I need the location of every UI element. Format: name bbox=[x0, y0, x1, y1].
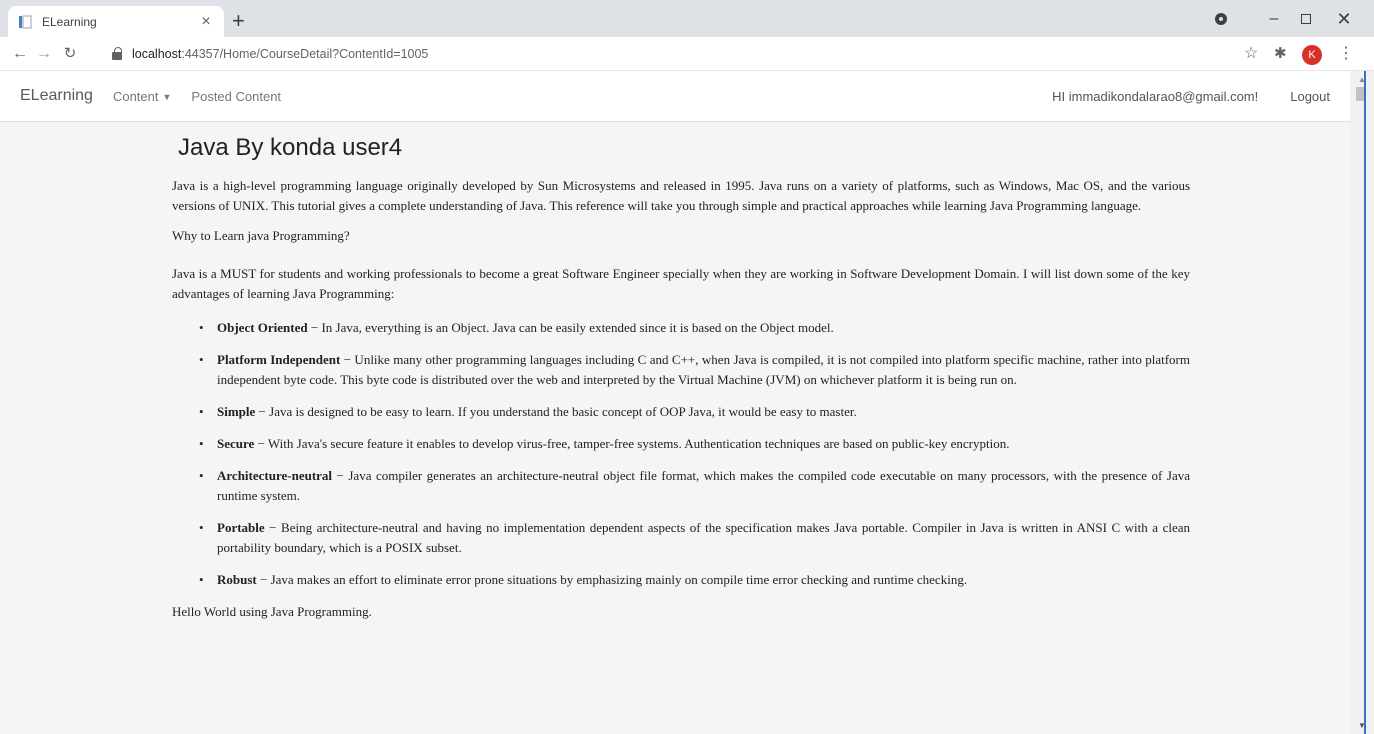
page-icon bbox=[18, 15, 32, 29]
feature-text: − Unlike many other programming language… bbox=[217, 352, 1190, 387]
star-icon[interactable]: ☆ bbox=[1244, 44, 1258, 64]
list-item: • Architecture-neutral − Java compiler ge… bbox=[172, 466, 1190, 506]
list-item: • Object Oriented − In Java, everything i… bbox=[172, 318, 1190, 338]
caret-down-icon: ▼ bbox=[162, 91, 172, 102]
arrow-left-icon[interactable]: ← bbox=[10, 44, 30, 64]
new-tab-icon[interactable]: + bbox=[232, 10, 245, 32]
puzzle-icon[interactable]: ✱ bbox=[1274, 44, 1287, 64]
why-heading: Why to Learn java Programming? bbox=[172, 228, 350, 243]
list-item: • Simple − Java is designed to be easy to… bbox=[172, 402, 1190, 422]
feature-name: Robust bbox=[217, 572, 257, 587]
feature-text: − In Java, everything is an Object. Java… bbox=[307, 320, 834, 335]
profile-avatar[interactable]: K bbox=[1302, 45, 1322, 65]
closing-text: Hello World using Java Programming. bbox=[172, 604, 372, 619]
feature-name: Simple bbox=[217, 404, 256, 419]
nav-content-label: Content bbox=[112, 88, 159, 104]
url-host: localhost bbox=[132, 47, 182, 61]
close-window-icon[interactable]: ✕ bbox=[1336, 8, 1352, 30]
lock-icon bbox=[112, 47, 124, 61]
content-area: Java By konda user4 Java is a high-level… bbox=[0, 122, 1350, 734]
feature-text: − Being architecture-neutral and having … bbox=[217, 520, 1190, 555]
feature-list: • Object Oriented − In Java, everything i… bbox=[172, 318, 1190, 590]
list-item: • Secure − With Java's secure feature it … bbox=[172, 434, 1190, 454]
feature-name: Portable bbox=[217, 520, 265, 535]
why-text: Java is a MUST for students and working … bbox=[172, 266, 1190, 301]
reload-icon[interactable]: ↻ bbox=[60, 44, 80, 64]
user-greeting[interactable]: HI immadikondalarao8@gmail.com! bbox=[1052, 89, 1258, 104]
list-item: • Portable − Being architecture-neutral a… bbox=[172, 518, 1190, 558]
site-navbar: ELearning Content ▼ Posted Content HI imm… bbox=[0, 71, 1350, 122]
arrow-right-icon[interactable]: → bbox=[34, 44, 54, 64]
tab-close-icon[interactable]: × bbox=[198, 13, 214, 30]
feature-text: − With Java's secure feature it enables … bbox=[254, 436, 1010, 451]
kebab-menu-icon[interactable]: ⋮ bbox=[1338, 44, 1354, 64]
bullet-icon: • bbox=[199, 404, 204, 419]
feature-text: − Java compiler generates an architectur… bbox=[217, 468, 1190, 503]
tab-title: ELearning bbox=[42, 14, 97, 29]
browser-tab[interactable]: ELearning × bbox=[8, 6, 224, 37]
feature-name: Object Oriented bbox=[217, 320, 308, 335]
feature-text: − Java is designed to be easy to learn. … bbox=[255, 404, 857, 419]
feature-name: Secure bbox=[217, 436, 255, 451]
feature-name: Architecture-neutral bbox=[217, 468, 333, 483]
page-viewport: ELearning Content ▼ Posted Content HI imm… bbox=[0, 71, 1374, 734]
bullet-icon: • bbox=[199, 352, 204, 367]
bullet-icon: • bbox=[199, 572, 204, 587]
site-brand[interactable]: ELearning bbox=[20, 87, 93, 105]
minimize-icon[interactable]: – bbox=[1266, 8, 1282, 30]
list-item: • Platform Independent − Unlike many othe… bbox=[172, 350, 1190, 390]
browser-tabstrip: ELearning × + – ✕ bbox=[0, 0, 1374, 37]
bullet-icon: • bbox=[199, 320, 204, 335]
bullet-icon: • bbox=[199, 468, 204, 483]
course-detail: Java By konda user4 Java is a high-level… bbox=[172, 126, 1190, 622]
window-edge bbox=[1364, 71, 1366, 734]
url-text: localhost:44357/Home/CourseDetail?Conten… bbox=[132, 47, 428, 61]
bullet-icon: • bbox=[199, 436, 204, 451]
feature-name: Platform Independent bbox=[217, 352, 341, 367]
browser-toolbar: ← → ↻ localhost:44357/Home/CourseDetail?… bbox=[0, 37, 1374, 71]
restore-window-icon[interactable] bbox=[1298, 8, 1314, 30]
bullet-icon: • bbox=[199, 520, 204, 535]
nav-posted-content[interactable]: Posted Content bbox=[191, 89, 281, 104]
address-bar[interactable]: localhost:44357/Home/CourseDetail?Conten… bbox=[100, 41, 1284, 67]
list-item: • Robust − Java makes an effort to elimin… bbox=[172, 570, 1190, 590]
course-title: Java By konda user4 bbox=[178, 134, 403, 161]
page-scrollbar[interactable]: ▲ ▼ bbox=[1350, 71, 1374, 734]
course-intro: Java is a high-level programming languag… bbox=[172, 178, 1190, 213]
nav-content-dropdown[interactable]: Content ▼ bbox=[113, 89, 171, 104]
url-path: :44357/Home/CourseDetail?ContentId=1005 bbox=[181, 47, 429, 61]
navbar-right: HI immadikondalarao8@gmail.com! Logout bbox=[1052, 71, 1330, 122]
feature-text: − Java makes an effort to eliminate erro… bbox=[256, 572, 968, 587]
media-record-icon[interactable] bbox=[1214, 8, 1228, 30]
logout-link[interactable]: Logout bbox=[1290, 89, 1330, 104]
